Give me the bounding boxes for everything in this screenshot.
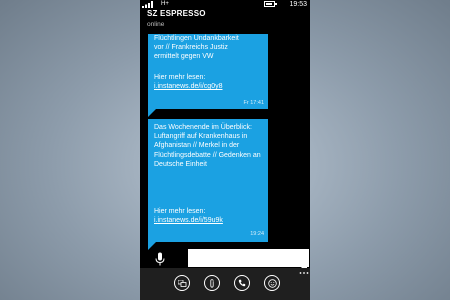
message-bubble[interactable]: Flüchtlingen Undankbarkeit vor // Frankr… — [148, 34, 268, 109]
read-more-label: Hier mehr lesen: — [154, 208, 206, 215]
message-text: Flüchtlingen Undankbarkeit vor // Frankr… — [154, 35, 239, 61]
attach-icon — [210, 278, 214, 288]
message-input[interactable] — [188, 249, 309, 267]
signal-strength-icon — [142, 1, 153, 8]
message-time: 19:24 — [250, 231, 264, 237]
message-time: Fr 17:41 — [243, 100, 264, 106]
phone-screen: H+ 19:53 SZ ESPRESSO online Flüchtlingen… — [140, 0, 310, 300]
battery-level — [266, 3, 272, 5]
message-text: Das Wochenende im Überblick: Luftangriff… — [154, 124, 261, 168]
message-link[interactable]: i.instanews.de/i/cg0y8 — [154, 82, 222, 91]
microphone-icon[interactable] — [154, 252, 166, 266]
app-bar — [140, 268, 310, 300]
emoji-icon — [267, 278, 277, 288]
clock: 19:53 — [289, 1, 307, 8]
switch-button[interactable] — [174, 275, 190, 291]
attach-button[interactable] — [204, 275, 220, 291]
chat-title[interactable]: SZ ESPRESSO — [147, 9, 206, 18]
read-more-label: Hier mehr lesen: — [154, 74, 206, 81]
call-icon — [238, 279, 246, 287]
ellipsis-icon[interactable] — [299, 271, 309, 275]
chat-status: online — [147, 21, 165, 28]
bubble-tail — [148, 109, 156, 117]
switch-icon — [177, 279, 186, 287]
call-button[interactable] — [234, 275, 250, 291]
bubble-tail — [148, 242, 156, 250]
status-bar: H+ 19:53 — [140, 0, 310, 9]
battery-icon — [264, 1, 277, 7]
message-bubble[interactable]: Das Wochenende im Überblick: Luftangriff… — [148, 119, 268, 242]
network-type: H+ — [161, 1, 169, 7]
message-link[interactable]: i.instanews.de/i/59u9k — [154, 216, 223, 225]
emoji-button[interactable] — [264, 275, 280, 291]
